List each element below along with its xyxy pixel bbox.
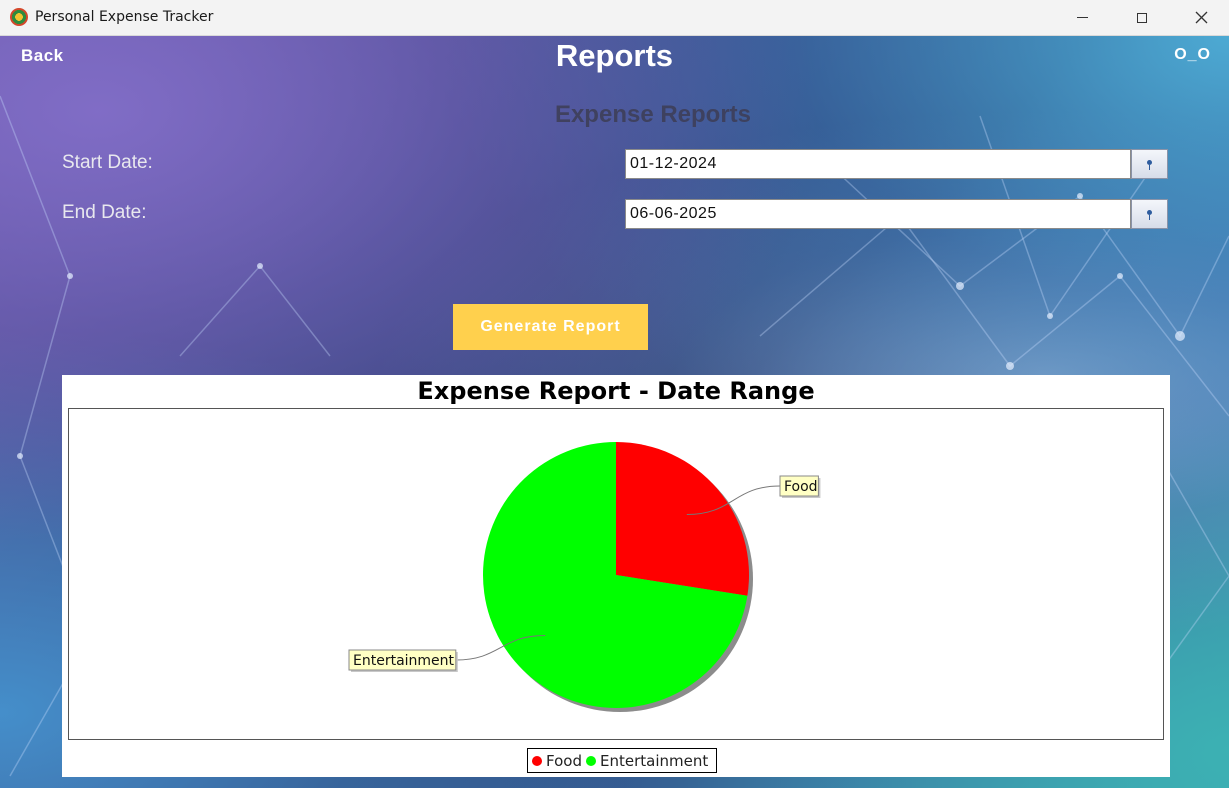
close-icon: [1195, 11, 1207, 24]
reports-screen: Back Reports O_O Expense Reports Start D…: [0, 36, 1229, 788]
close-button[interactable]: [1172, 0, 1229, 35]
pie-label-food: Food: [784, 479, 818, 495]
legend-label-food: Food: [546, 751, 582, 770]
pie-slice-food: [616, 442, 749, 596]
section-title: Expense Reports: [554, 101, 752, 128]
chart-title: Expense Report - Date Range: [417, 377, 815, 405]
window-title: Personal Expense Tracker: [35, 9, 214, 25]
generate-report-button[interactable]: Generate Report: [453, 304, 648, 350]
end-date-input[interactable]: [625, 199, 1131, 229]
start-date-input[interactable]: [625, 149, 1131, 179]
page-title: Reports: [555, 38, 674, 73]
calendar-pin-icon: [1147, 159, 1152, 170]
minimize-button[interactable]: [1053, 0, 1111, 35]
maximize-icon: [1137, 12, 1147, 23]
pie-label-entertainment: Entertainment: [353, 653, 455, 669]
chart-legend: Food Entertainment: [527, 748, 718, 773]
window-titlebar: Personal Expense Tracker: [0, 0, 1229, 36]
end-date-picker-button[interactable]: [1131, 199, 1168, 229]
minimize-icon: [1076, 17, 1088, 18]
chart-panel: Expense Report - Date Range Food Entertai…: [62, 375, 1170, 777]
user-badge: O_O: [1174, 46, 1211, 63]
legend-label-entertainment: Entertainment: [599, 751, 709, 770]
start-date-picker-button[interactable]: [1131, 149, 1168, 179]
legend-swatch-food: [532, 755, 542, 766]
legend-item-entertainment: Entertainment: [585, 751, 709, 770]
plot-area: Food Entertainment: [68, 408, 1164, 740]
legend-item-food: Food: [532, 752, 582, 770]
end-date-label: End Date:: [62, 202, 147, 223]
maximize-button[interactable]: [1113, 0, 1171, 35]
pie-chart: Food Entertainment: [348, 442, 821, 712]
start-date-label: Start Date:: [62, 152, 153, 173]
legend-swatch-entertainment: [585, 755, 596, 766]
app-icon: [10, 8, 28, 26]
calendar-pin-icon: [1147, 209, 1152, 220]
